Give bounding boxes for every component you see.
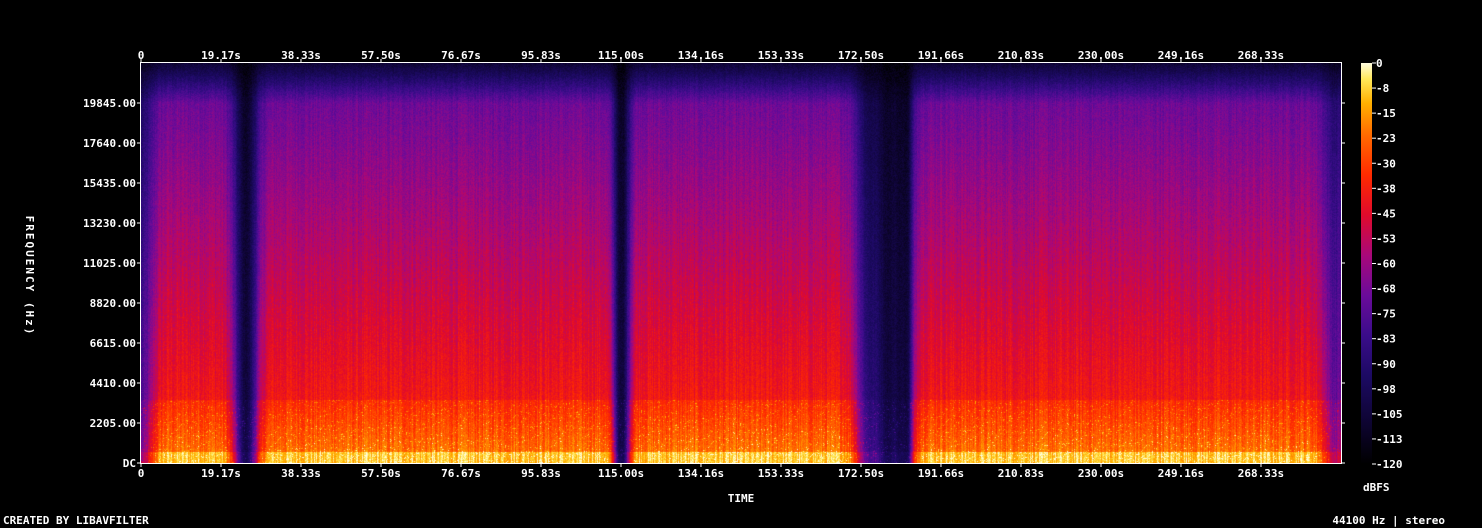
colorbar-tick-label: -75 <box>1376 308 1396 321</box>
colorbar-tick-label: -15 <box>1376 107 1396 120</box>
credit-text: CREATED BY LIBAVFILTER <box>3 514 149 527</box>
x-tick-label-top: 115.00s <box>598 49 644 62</box>
y-tick-label: 17640.00 <box>83 137 136 150</box>
colorbar-tick-label: -53 <box>1376 232 1396 245</box>
x-tick-label-bottom: 76.67s <box>441 467 481 480</box>
x-tick-label-bottom: 57.50s <box>361 467 401 480</box>
colorbar-tick-label: -38 <box>1376 182 1396 195</box>
colorbar-tick-label: -8 <box>1376 82 1389 95</box>
x-tick-label-top: 76.67s <box>441 49 481 62</box>
x-tick-label-bottom: 115.00s <box>598 467 644 480</box>
x-tick-label-top: 210.83s <box>998 49 1044 62</box>
x-tick-label-top: 230.00s <box>1078 49 1124 62</box>
x-tick-label-bottom: 153.33s <box>758 467 804 480</box>
colorbar-tick-label: -90 <box>1376 358 1396 371</box>
x-tick-label-top: 134.16s <box>678 49 724 62</box>
colorbar-tick-label: -83 <box>1376 333 1396 346</box>
x-tick-label-bottom: 210.83s <box>998 467 1044 480</box>
x-tick-label-bottom: 38.33s <box>281 467 321 480</box>
x-tick-label-top: 172.50s <box>838 49 884 62</box>
x-tick-label-top: 191.66s <box>918 49 964 62</box>
colorbar <box>1361 63 1372 464</box>
y-tick-label: DC <box>123 457 136 470</box>
x-tick-label-top: 19.17s <box>201 49 241 62</box>
x-tick-label-top: 153.33s <box>758 49 804 62</box>
x-tick-label-top: 0 <box>138 49 145 62</box>
x-tick-label-bottom: 268.33s <box>1238 467 1284 480</box>
x-tick-label-bottom: 0 <box>138 467 145 480</box>
y-tick-label: 4410.00 <box>90 377 136 390</box>
colorbar-label: dBFS <box>1363 481 1390 494</box>
y-tick-label: 6615.00 <box>90 337 136 350</box>
colorbar-tick-label: -113 <box>1376 433 1403 446</box>
colorbar-tick-label: -45 <box>1376 207 1396 220</box>
x-tick-label-top: 249.16s <box>1158 49 1204 62</box>
x-tick-label-bottom: 230.00s <box>1078 467 1124 480</box>
y-axis-label: FREQUENCY (Hz) <box>23 216 36 337</box>
spectrogram-chart: 0 0 19.17s 19.17s 38.33s 38.33s 57.50s 57.50s 76… <box>23 49 1403 505</box>
x-tick-label-top: 268.33s <box>1238 49 1284 62</box>
x-tick-label-bottom: 191.66s <box>918 467 964 480</box>
x-tick-label-top: 95.83s <box>521 49 561 62</box>
x-tick-label-bottom: 172.50s <box>838 467 884 480</box>
y-tick-label: 2205.00 <box>90 417 136 430</box>
colorbar-tick-label: -68 <box>1376 283 1396 296</box>
spectrogram-image <box>141 63 1341 463</box>
colorbar-tick-label: 0 <box>1376 57 1383 70</box>
x-tick-label-top: 57.50s <box>361 49 401 62</box>
y-tick-label: 19845.00 <box>83 97 136 110</box>
colorbar-tick-label: -98 <box>1376 383 1396 396</box>
colorbar-tick-label: -23 <box>1376 132 1396 145</box>
x-tick-label-top: 38.33s <box>281 49 321 62</box>
x-tick-label-bottom: 134.16s <box>678 467 724 480</box>
colorbar-tick-label: -120 <box>1376 458 1403 471</box>
x-axis-label: TIME <box>728 492 755 505</box>
x-tick-label-bottom: 19.17s <box>201 467 241 480</box>
audio-info: 44100 Hz | stereo <box>1332 514 1445 527</box>
colorbar-tick-label: -60 <box>1376 258 1396 271</box>
y-tick-label: 13230.00 <box>83 217 136 230</box>
colorbar-tick-label: -30 <box>1376 157 1396 170</box>
colorbar-tick-label: -105 <box>1376 408 1403 421</box>
x-tick-label-bottom: 249.16s <box>1158 467 1204 480</box>
x-tick-label-bottom: 95.83s <box>521 467 561 480</box>
y-tick-label: 8820.00 <box>90 297 136 310</box>
y-tick-label: 11025.00 <box>83 257 136 270</box>
y-tick-label: 15435.00 <box>83 177 136 190</box>
